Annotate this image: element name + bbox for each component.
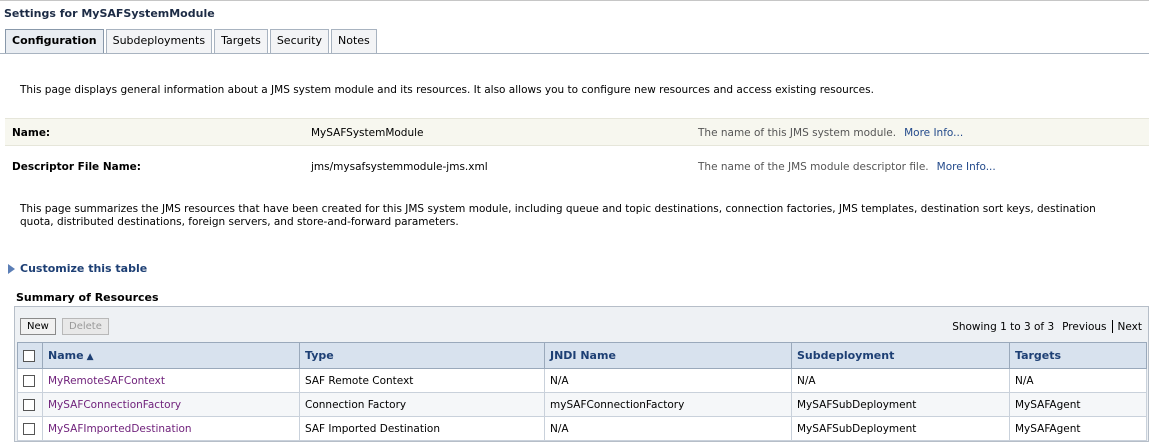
- intro-text: This page displays general information a…: [20, 84, 874, 96]
- select-all-header: [17, 342, 43, 369]
- subdeployment-cell: MySAFSubDeployment: [791, 416, 1010, 441]
- column-header-jndi-name[interactable]: JNDI Name: [544, 342, 792, 369]
- new-button[interactable]: New: [20, 318, 56, 335]
- next-link[interactable]: Next: [1118, 321, 1142, 333]
- tab-divider: [0, 53, 1149, 54]
- column-header-subdeployment[interactable]: Subdeployment: [791, 342, 1010, 369]
- targets-cell: MySAFAgent: [1009, 392, 1147, 417]
- customize-table-link[interactable]: Customize this table: [8, 262, 147, 275]
- table-row: MyRemoteSAFContext SAF Remote Context N/…: [17, 368, 1147, 393]
- row-checkbox[interactable]: [23, 422, 35, 435]
- help-text: The name of the JMS module descriptor fi…: [698, 161, 929, 173]
- more-info-link[interactable]: More Info...: [904, 127, 963, 139]
- table-controls: New Delete Showing 1 to 3 of 3 Previous …: [15, 307, 1148, 343]
- jndi-cell: mySAFConnectionFactory: [544, 392, 792, 417]
- resources-table-panel: New Delete Showing 1 to 3 of 3 Previous …: [14, 306, 1149, 442]
- customize-label: Customize this table: [20, 262, 148, 275]
- page-title: Settings for MySAFSystemModule: [4, 7, 215, 20]
- subdeployment-cell: N/A: [791, 368, 1010, 393]
- table-header-row: Name ▲ Type JNDI Name Subdeployment Targe…: [17, 342, 1147, 369]
- property-label: Descriptor File Name:: [12, 161, 141, 173]
- more-info-link[interactable]: More Info...: [937, 161, 996, 173]
- row-select-cell: [17, 368, 43, 393]
- jndi-cell: N/A: [544, 416, 792, 441]
- property-help: The name of this JMS system module. More …: [698, 127, 963, 139]
- paging-separator: [1111, 320, 1113, 333]
- type-cell: SAF Imported Destination: [299, 416, 545, 441]
- row-select-cell: [17, 416, 43, 441]
- property-value: MySAFSystemModule: [311, 127, 424, 139]
- row-checkbox[interactable]: [23, 398, 35, 411]
- tab-configuration[interactable]: Configuration: [5, 29, 104, 54]
- property-help: The name of the JMS module descriptor fi…: [698, 161, 996, 173]
- table-row: MySAFConnectionFactory Connection Factor…: [17, 392, 1147, 417]
- name-cell: MyRemoteSAFContext: [42, 368, 300, 393]
- expand-triangle-icon: [8, 263, 15, 274]
- previous-link[interactable]: Previous: [1062, 321, 1106, 333]
- name-cell: MySAFImportedDestination: [42, 416, 300, 441]
- subdeployment-cell: MySAFSubDeployment: [791, 392, 1010, 417]
- title-bar: Settings for MySAFSystemModule: [0, 0, 1149, 26]
- type-cell: SAF Remote Context: [299, 368, 545, 393]
- tab-security[interactable]: Security: [269, 29, 329, 53]
- column-label: Name: [48, 349, 84, 362]
- resource-name-link[interactable]: MySAFConnectionFactory: [48, 399, 181, 411]
- targets-cell: N/A: [1009, 368, 1147, 393]
- name-cell: MySAFConnectionFactory: [42, 392, 300, 417]
- summary-description: This page summarizes the JMS resources t…: [20, 203, 1096, 228]
- table-title: Summary of Resources: [16, 291, 159, 304]
- tab-notes[interactable]: Notes: [331, 29, 377, 53]
- tab-subdeployments[interactable]: Subdeployments: [105, 29, 213, 53]
- jndi-cell: N/A: [544, 368, 792, 393]
- resource-name-link[interactable]: MyRemoteSAFContext: [48, 375, 165, 387]
- resource-name-link[interactable]: MySAFImportedDestination: [48, 423, 192, 435]
- property-label: Name:: [12, 127, 51, 139]
- resources-table: Name ▲ Type JNDI Name Subdeployment Targe…: [17, 342, 1147, 441]
- row-select-cell: [17, 392, 43, 417]
- property-value: jms/mysafsystemmodule-jms.xml: [311, 161, 488, 173]
- tab-targets[interactable]: Targets: [214, 29, 268, 53]
- paging-status: Showing 1 to 3 of 3: [952, 320, 1055, 333]
- select-all-checkbox[interactable]: [23, 350, 35, 362]
- tab-bar: Configuration Subdeployments Targets Sec…: [5, 29, 377, 54]
- column-header-name[interactable]: Name ▲: [42, 342, 300, 369]
- property-descriptor-row: Descriptor File Name: jms/mysafsystemmod…: [5, 153, 1149, 181]
- column-header-targets[interactable]: Targets: [1009, 342, 1147, 369]
- sort-ascending-icon[interactable]: ▲: [87, 352, 94, 362]
- row-checkbox[interactable]: [23, 374, 35, 387]
- delete-button[interactable]: Delete: [62, 318, 109, 335]
- property-name-row: Name: MySAFSystemModule The name of this…: [5, 118, 1149, 146]
- type-cell: Connection Factory: [299, 392, 545, 417]
- table-row: MySAFImportedDestination SAF Imported De…: [17, 416, 1147, 441]
- help-text: The name of this JMS system module.: [698, 127, 897, 139]
- targets-cell: MySAFAgent: [1009, 416, 1147, 441]
- pagination: Showing 1 to 3 of 3 Previous Next: [952, 320, 1142, 333]
- column-header-type[interactable]: Type: [299, 342, 545, 369]
